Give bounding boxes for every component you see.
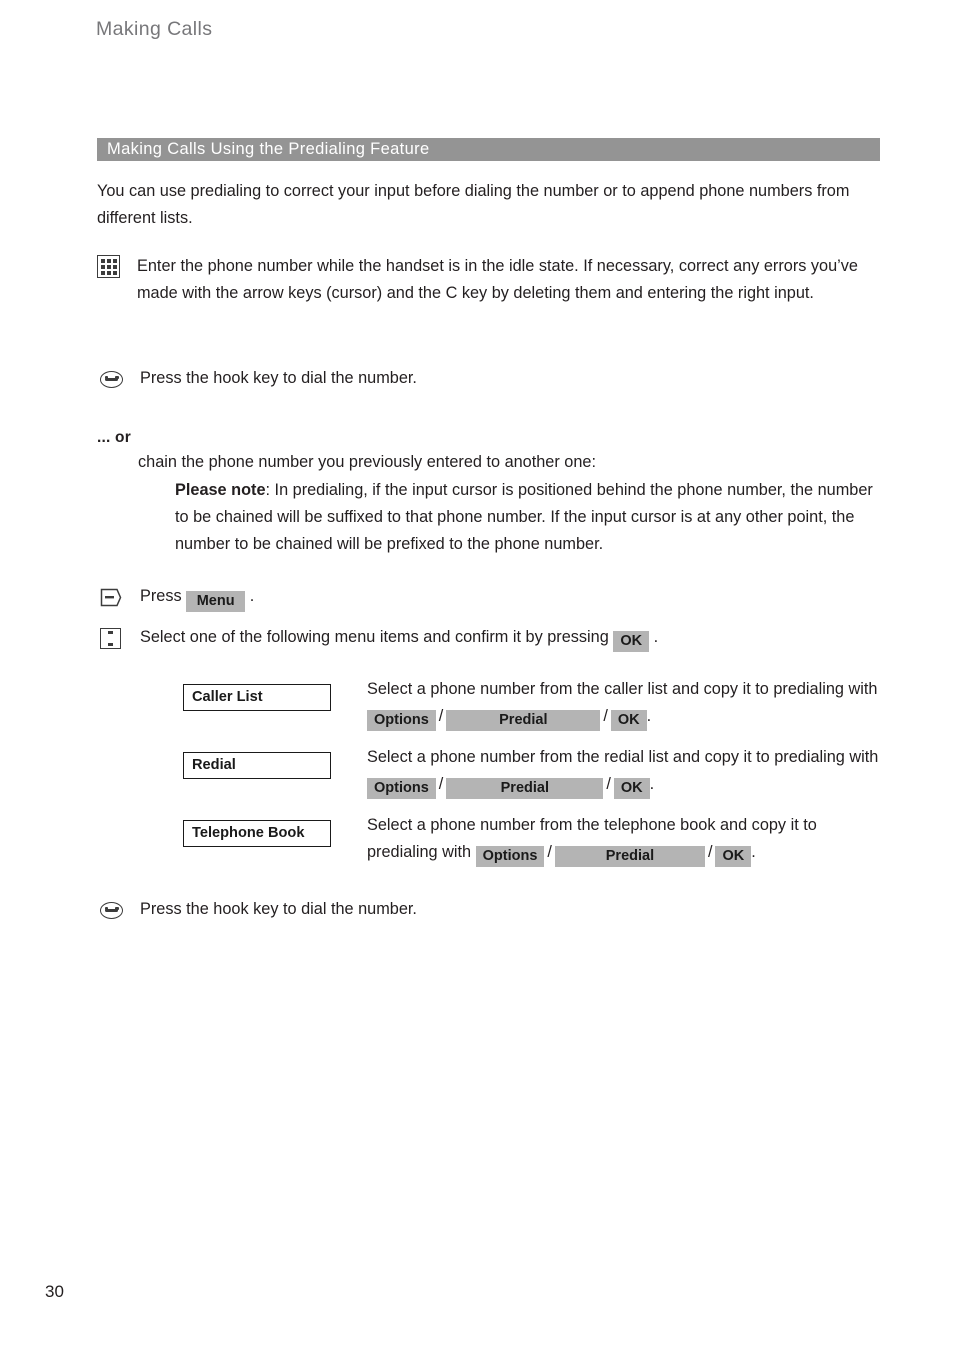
icon-slot — [100, 624, 140, 649]
key-separator: / — [547, 843, 552, 861]
key-separator: / — [707, 843, 713, 861]
menu-item-box-telephone-book[interactable]: Telephone Book — [183, 820, 331, 847]
ok-key-button[interactable]: OK — [613, 631, 650, 652]
icon-slot — [100, 583, 140, 607]
step-select-menu-item: Select one of the following menu items a… — [100, 624, 890, 652]
please-note-paragraph: Please note: In predialing, if the input… — [175, 477, 880, 558]
step-press-menu: Press Menu . — [100, 583, 890, 612]
key-separator: / — [606, 775, 611, 793]
step-press-hook-key-last: Press the hook key to dial the number. — [100, 896, 890, 923]
page-number: 30 — [45, 1282, 64, 1301]
alternative-chain-line: chain the phone number you previously en… — [138, 453, 596, 471]
sentence-period: . — [751, 843, 756, 861]
please-note-label: Please note — [175, 481, 266, 499]
predial-key-button[interactable]: Predial — [446, 710, 601, 731]
menu-item-box-redial[interactable]: Redial — [183, 752, 331, 779]
step-press-menu-text: Press Menu . — [140, 583, 890, 612]
sentence-period: . — [249, 587, 255, 605]
alternative-or-label: ... or — [97, 429, 131, 446]
keypad-icon — [97, 255, 120, 278]
sentence-period: . — [646, 707, 652, 725]
press-label: Press — [140, 587, 182, 605]
menu-item-description: Select a phone number from the caller li… — [367, 676, 887, 731]
navigation-key-icon — [100, 628, 121, 649]
step-enter-number: Enter the phone number while the handset… — [97, 253, 899, 307]
step-select-menu-item-text: Select one of the following menu items a… — [140, 624, 890, 652]
ok-key-button[interactable]: OK — [610, 710, 647, 731]
please-note-text: : In predialing, if the input cursor is … — [175, 481, 873, 553]
step-press-hook-key-last-text: Press the hook key to dial the number. — [140, 900, 417, 918]
predial-key-button[interactable]: Predial — [446, 778, 604, 799]
menu-item-box-caller-list[interactable]: Caller List — [183, 684, 331, 711]
document-page: Making Calls Making Calls Using the Pred… — [0, 0, 954, 1352]
key-separator: / — [438, 775, 444, 793]
sentence-period: . — [653, 628, 659, 646]
menu-item-description-text: Select a phone number from the redial li… — [367, 748, 879, 766]
ok-key-button[interactable]: OK — [613, 778, 650, 799]
select-instruction-text: Select one of the following menu items a… — [140, 628, 609, 646]
menu-item-description-text: Select a phone number from the caller li… — [367, 680, 878, 698]
options-key-button[interactable]: Options — [367, 710, 436, 731]
icon-slot — [100, 365, 140, 388]
intro-paragraph: You can use predialing to correct your i… — [97, 182, 850, 227]
ok-key-button[interactable]: OK — [715, 846, 752, 867]
soft-key-icon — [100, 588, 122, 607]
key-separator: / — [603, 707, 608, 725]
hook-key-icon — [100, 371, 123, 388]
sentence-period: . — [649, 775, 655, 793]
options-key-button[interactable]: Options — [475, 846, 545, 867]
menu-item-description: Select a phone number from the redial li… — [367, 744, 887, 799]
step-press-hook-key-first: Press the hook key to dial the number. — [100, 365, 890, 392]
step-press-hook-key-first-text: Press the hook key to dial the number. — [140, 369, 417, 387]
predial-key-button[interactable]: Predial — [554, 846, 705, 867]
menu-key-button[interactable]: Menu — [186, 591, 246, 612]
icon-slot — [100, 896, 140, 919]
step-enter-number-text: Enter the phone number while the handset… — [137, 257, 858, 302]
running-header: Making Calls — [96, 18, 213, 40]
key-separator: / — [438, 707, 444, 725]
icon-slot — [97, 253, 137, 278]
options-key-button[interactable]: Options — [367, 778, 436, 799]
menu-item-description: Select a phone number from the telephone… — [367, 812, 887, 867]
hook-key-icon — [100, 902, 123, 919]
section-heading-bar: Making Calls Using the Predialing Featur… — [97, 138, 880, 161]
